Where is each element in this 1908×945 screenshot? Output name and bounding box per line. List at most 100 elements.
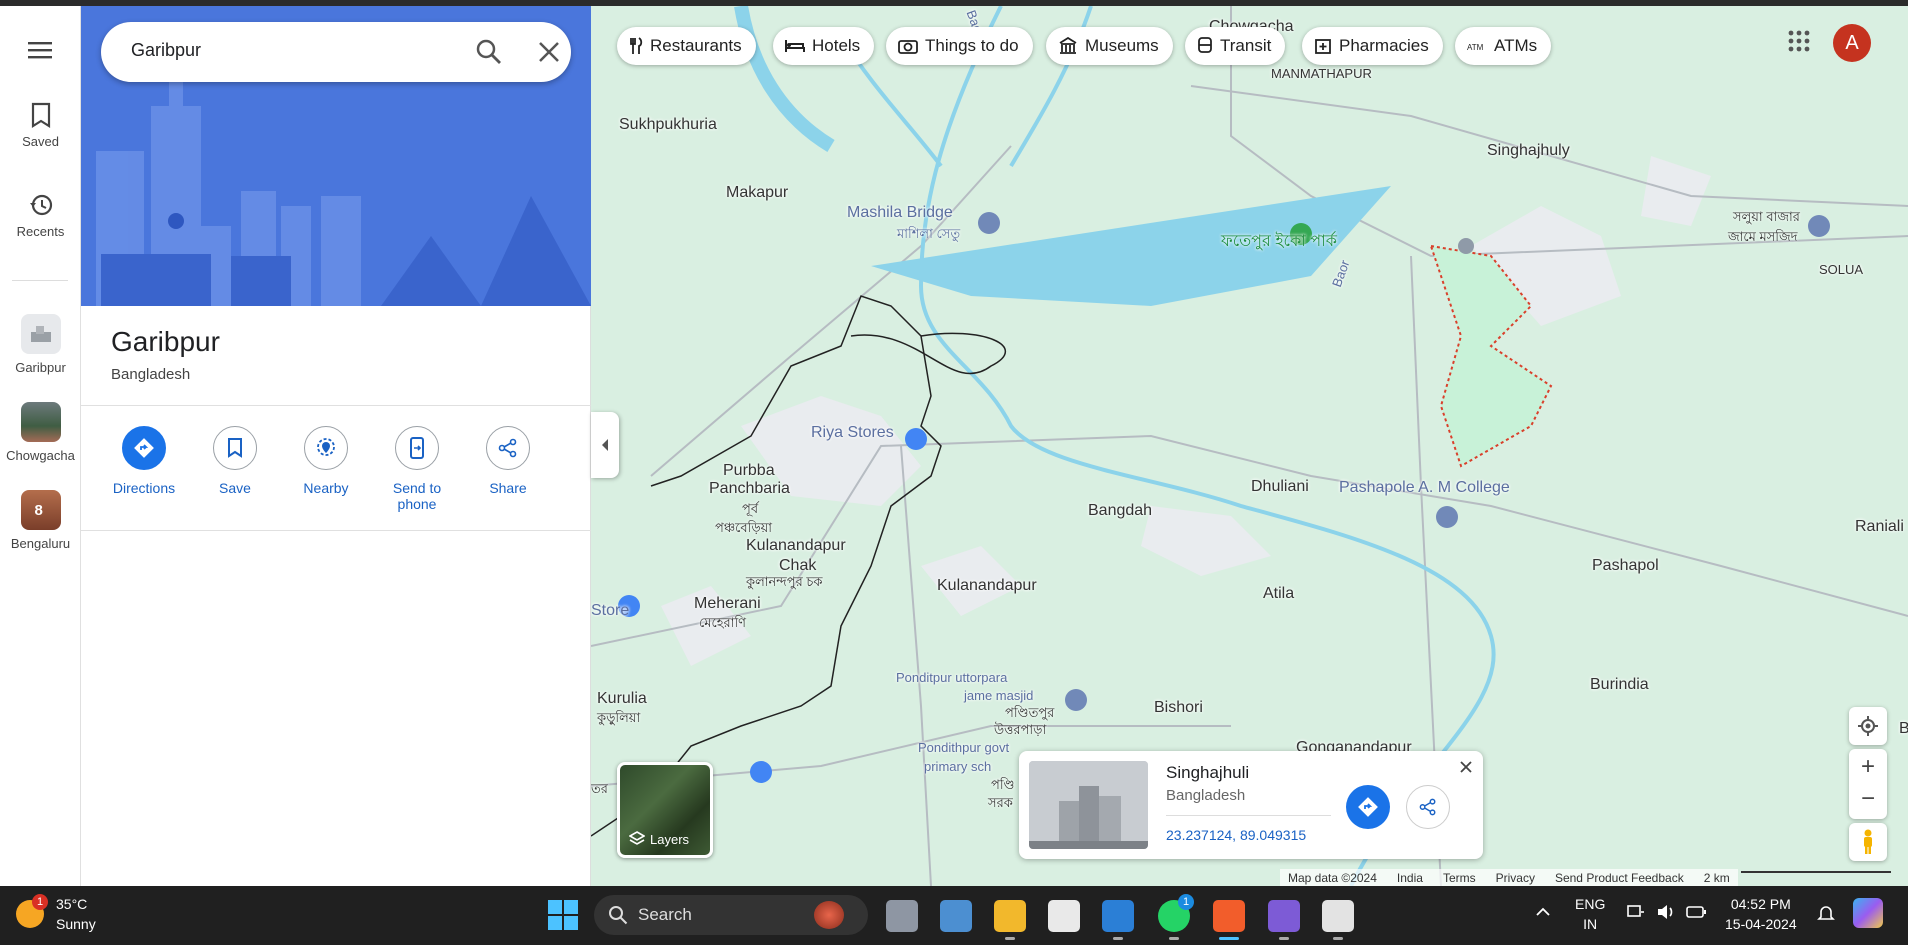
share-button[interactable]: Share [463, 426, 553, 496]
map-label: Sukhpukhuria [619, 116, 717, 133]
brave-browser-icon[interactable] [1213, 900, 1245, 940]
menu-button[interactable] [0, 40, 81, 66]
active-indicator [1219, 937, 1239, 940]
directions-button[interactable]: Directions [99, 426, 189, 496]
recent-thumb-bengaluru: 8 [20, 490, 61, 530]
battery-icon[interactable] [1686, 904, 1706, 924]
share-icon [1419, 798, 1436, 816]
card-directions-button[interactable] [1346, 785, 1390, 829]
windows-logo-icon [548, 900, 578, 930]
send-label-1: Send to [392, 480, 442, 496]
svg-text:ATM: ATM [1467, 43, 1484, 52]
divider [81, 530, 591, 531]
search-box[interactable] [101, 22, 571, 82]
recent-item-chowgacha[interactable]: Chowgacha [0, 402, 81, 463]
scale-label[interactable]: 2 km [1704, 871, 1730, 885]
map-label: ফতেপুর ইকো পার্ক [1221, 233, 1337, 250]
collapse-panel-button[interactable] [591, 412, 619, 478]
chip-pharmacies[interactable]: Pharmacies [1302, 27, 1443, 65]
send-to-phone-button[interactable]: Send to phone [372, 426, 462, 512]
map-label: Bishori [1154, 699, 1203, 716]
chip-restaurants[interactable]: Restaurants [617, 27, 756, 65]
chip-label: Transit [1220, 36, 1272, 55]
whatsapp-icon[interactable]: 1 [1158, 894, 1194, 940]
file-explorer-icon[interactable] [994, 900, 1026, 940]
chip-hotels[interactable]: Hotels [773, 27, 875, 65]
feedback-link[interactable]: Send Product Feedback [1555, 871, 1684, 885]
zoom-out-button[interactable]: − [1861, 784, 1875, 818]
card-close-button[interactable] [1460, 757, 1472, 778]
map-label: উত্তরপাড়া [994, 722, 1047, 737]
map-label: মাশিলা সেতু [897, 226, 961, 241]
language-indicator[interactable]: ENG IN [1575, 894, 1605, 934]
copilot-icon[interactable] [1853, 898, 1883, 928]
snipping-tool-icon[interactable] [1322, 900, 1354, 940]
running-indicator [1279, 937, 1289, 940]
taskbar-search[interactable]: Search [594, 895, 868, 935]
network-icon[interactable] [1627, 904, 1645, 925]
widgets-icon[interactable] [940, 900, 972, 932]
store-icon[interactable] [1048, 900, 1080, 932]
atm-icon: ATM [1467, 43, 1484, 52]
map-label: Store [591, 602, 630, 619]
start-button[interactable] [548, 900, 578, 935]
nearby-button[interactable]: Nearby [281, 426, 371, 496]
google-apps-button[interactable] [1788, 30, 1810, 57]
clock[interactable]: 04:52 PM 15-04-2024 [1725, 894, 1797, 934]
search-icon[interactable] [475, 38, 503, 71]
clock-date: 15-04-2024 [1725, 916, 1797, 932]
place-country: Bangladesh [111, 366, 191, 383]
chip-label: ATMs [1494, 36, 1538, 55]
map-label: Dhuliani [1251, 478, 1309, 495]
search-input[interactable] [131, 40, 431, 61]
privacy-link[interactable]: Privacy [1496, 871, 1535, 885]
card-share-button[interactable] [1406, 785, 1450, 829]
avatar[interactable]: A [1833, 24, 1871, 62]
saved-label: Saved [22, 134, 59, 149]
region-link[interactable]: India [1397, 871, 1423, 885]
notification-icon[interactable] [1817, 904, 1835, 927]
my-location-button[interactable] [1849, 707, 1887, 745]
place-info-card[interactable]: Singhajhuli Bangladesh 23.237124, 89.049… [1019, 751, 1483, 859]
show-hidden-icons-button[interactable] [1535, 902, 1551, 922]
chip-atms[interactable]: ATM ATMs [1455, 27, 1552, 65]
zoom-control: + − [1849, 749, 1887, 819]
card-coordinates[interactable]: 23.237124, 89.049315 [1166, 827, 1306, 843]
left-rail: Saved Recents Garibpur Chowgacha 8 Benga… [0, 6, 81, 886]
location-target-icon [1858, 716, 1878, 736]
layers-button[interactable]: Layers [617, 762, 713, 858]
rail-divider [12, 280, 68, 281]
nearby-label: Nearby [303, 480, 349, 496]
street-view-button[interactable] [1849, 823, 1887, 861]
saved-button[interactable]: Saved [0, 102, 81, 149]
recent-thumb-chowgacha [20, 402, 61, 442]
close-icon[interactable] [537, 40, 561, 69]
city-placeholder-icon [1029, 761, 1148, 849]
running-indicator [1113, 937, 1123, 940]
chip-things-to-do[interactable]: Things to do [886, 27, 1033, 65]
task-view-icon[interactable] [886, 900, 918, 932]
share-icon [486, 426, 530, 470]
volume-icon[interactable] [1657, 904, 1675, 925]
map-label: Riya Stores [811, 424, 894, 441]
zoom-in-button[interactable]: + [1861, 750, 1875, 784]
save-label: Save [219, 480, 251, 496]
place-panel: Garibpur Bangladesh Directions Save Near… [81, 6, 591, 886]
save-button[interactable]: Save [190, 426, 280, 496]
map-label: Raniali [1855, 518, 1904, 535]
temperature: 35°C [56, 896, 88, 912]
layers-label: Layers [650, 832, 690, 847]
chip-transit[interactable]: Transit [1185, 27, 1286, 65]
chip-museums[interactable]: Museums [1046, 27, 1173, 65]
recents-button[interactable]: Recents [0, 192, 81, 239]
recent-item-garibpur[interactable]: Garibpur [0, 314, 81, 375]
recent-label-garibpur: Garibpur [15, 360, 66, 375]
map-label: Kulanandapur [937, 577, 1037, 594]
bed-icon [785, 40, 805, 52]
map-label: কুড়ুলিয়া [597, 710, 641, 725]
history-icon [29, 194, 52, 216]
obsidian-icon[interactable] [1268, 900, 1300, 940]
vscode-icon[interactable] [1102, 900, 1134, 940]
recent-item-bengaluru[interactable]: 8 Bengaluru [0, 490, 81, 551]
terms-link[interactable]: Terms [1443, 871, 1476, 885]
